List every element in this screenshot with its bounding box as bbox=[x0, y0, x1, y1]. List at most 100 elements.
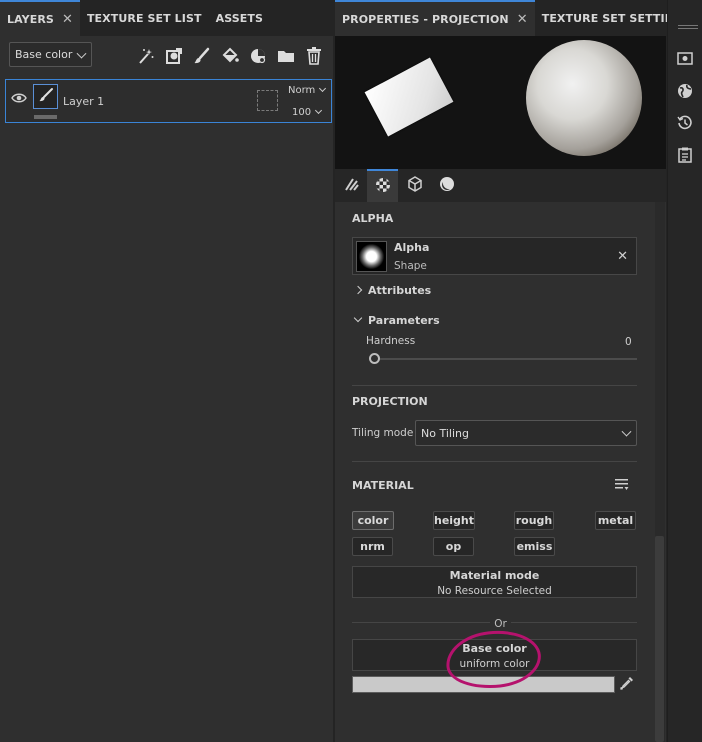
material-mode-title: Material mode bbox=[449, 569, 540, 582]
tiling-mode-value: No Tiling bbox=[421, 426, 469, 440]
opacity-select[interactable]: 100 bbox=[292, 106, 323, 118]
layers-panel: LAYERS ✕ TEXTURE SET LIST ASSETS Base co… bbox=[0, 0, 333, 742]
right-dock bbox=[667, 0, 702, 742]
layer-thumb-bar bbox=[34, 115, 57, 119]
channel-emiss-label: emiss bbox=[516, 540, 553, 553]
channel-toggle-op[interactable]: op bbox=[433, 537, 474, 556]
attributes-toggle[interactable]: Attributes bbox=[353, 284, 432, 297]
tiling-mode-label: Tiling mode bbox=[352, 427, 414, 439]
channel-toggle-color[interactable]: color bbox=[352, 511, 394, 530]
paint-layer-icon[interactable] bbox=[192, 46, 212, 66]
attributes-label: Attributes bbox=[368, 284, 432, 297]
material-mode-button[interactable]: Material mode No Resource Selected bbox=[352, 566, 637, 598]
eyedropper-icon[interactable] bbox=[620, 676, 636, 692]
tab-texture-set-list[interactable]: TEXTURE SET LIST bbox=[80, 0, 209, 36]
tab-properties-projection-label: PROPERTIES - PROJECTION bbox=[342, 12, 509, 26]
chevron-right-icon bbox=[353, 285, 363, 295]
tiling-mode-select[interactable]: No Tiling bbox=[415, 420, 637, 446]
add-effect-icon[interactable] bbox=[164, 46, 184, 66]
properties-content: ALPHA Alpha Shape ✕ Attributes Parameter… bbox=[335, 202, 666, 742]
channel-select[interactable]: Base color bbox=[9, 42, 92, 67]
hardness-label: Hardness bbox=[366, 335, 416, 347]
tab-geometry[interactable] bbox=[399, 169, 430, 202]
chevron-down-icon bbox=[353, 313, 363, 323]
channel-op-label: op bbox=[445, 540, 462, 553]
hardness-slider-track[interactable] bbox=[372, 358, 637, 360]
tab-layers-label: LAYERS bbox=[7, 12, 54, 26]
hardness-slider-handle[interactable] bbox=[369, 353, 380, 364]
channel-select-value: Base color bbox=[15, 48, 73, 61]
alpha-checker-icon bbox=[375, 177, 391, 196]
channel-toggle-emiss[interactable]: emiss bbox=[514, 537, 555, 556]
trash-icon[interactable] bbox=[304, 46, 324, 66]
channel-metal-label: metal bbox=[597, 514, 634, 527]
material-mode-value: No Resource Selected bbox=[437, 585, 552, 597]
brush-stroke-icon bbox=[344, 176, 360, 195]
layer-thumbnail[interactable] bbox=[33, 84, 58, 109]
close-icon[interactable]: ✕ bbox=[617, 249, 628, 264]
opacity-value: 100 bbox=[292, 107, 312, 118]
scrollbar-thumb[interactable] bbox=[655, 536, 664, 742]
dock-grip[interactable] bbox=[678, 25, 698, 29]
channel-color-label: color bbox=[357, 514, 389, 527]
eye-icon[interactable] bbox=[11, 92, 27, 107]
channel-rough-label: rough bbox=[515, 514, 553, 527]
channel-toggle-metal[interactable]: metal bbox=[595, 511, 636, 530]
smart-material-icon[interactable] bbox=[248, 46, 268, 66]
display-settings-icon[interactable] bbox=[675, 49, 695, 69]
parameters-label: Parameters bbox=[368, 314, 440, 327]
section-divider bbox=[352, 461, 637, 462]
environment-icon[interactable] bbox=[675, 81, 695, 101]
tab-texture-set-list-label: TEXTURE SET LIST bbox=[86, 11, 202, 25]
alpha-resource[interactable]: Alpha Shape ✕ bbox=[352, 237, 637, 275]
layer-name[interactable]: Layer 1 bbox=[63, 95, 104, 108]
magic-wand-icon[interactable] bbox=[136, 46, 156, 66]
fill-layer-icon[interactable] bbox=[220, 46, 240, 66]
chevron-down-icon bbox=[76, 48, 87, 59]
projection-section-title: PROJECTION bbox=[352, 395, 428, 408]
projection-preview bbox=[335, 36, 666, 169]
log-icon[interactable] bbox=[675, 145, 695, 165]
chevron-down-icon bbox=[319, 84, 327, 93]
blend-mode-value: Norm bbox=[288, 85, 316, 96]
channel-toggle-height[interactable]: height bbox=[433, 511, 475, 530]
or-label: Or bbox=[490, 618, 511, 630]
channel-height-label: height bbox=[433, 514, 475, 527]
hardness-value: 0 bbox=[625, 336, 632, 348]
material-options-menu-icon[interactable] bbox=[615, 479, 629, 494]
tab-alpha[interactable] bbox=[367, 169, 398, 202]
or-separator: Or bbox=[335, 618, 666, 630]
blend-mode-select[interactable]: Norm bbox=[288, 84, 327, 96]
chevron-down-icon bbox=[621, 426, 632, 437]
tab-layers[interactable]: LAYERS ✕ bbox=[0, 0, 80, 36]
property-tab-strip bbox=[335, 169, 666, 202]
close-icon[interactable]: ✕ bbox=[517, 12, 528, 27]
channel-nrm-label: nrm bbox=[360, 540, 385, 553]
brush-icon bbox=[38, 87, 54, 106]
channel-toggle-rough[interactable]: rough bbox=[514, 511, 554, 530]
plane-preview bbox=[364, 57, 454, 137]
material-section-title: MATERIAL bbox=[352, 479, 414, 492]
layer-row[interactable]: Layer 1 Norm 100 bbox=[5, 79, 332, 123]
alpha-name: Alpha bbox=[394, 241, 430, 254]
folder-icon[interactable] bbox=[276, 46, 296, 66]
tab-material[interactable] bbox=[431, 169, 462, 202]
parameters-toggle[interactable]: Parameters bbox=[353, 313, 440, 327]
tab-assets[interactable]: ASSETS bbox=[209, 0, 270, 36]
cube-icon bbox=[407, 176, 423, 195]
close-icon[interactable]: ✕ bbox=[62, 12, 73, 27]
history-icon[interactable] bbox=[675, 113, 695, 133]
section-divider bbox=[352, 385, 637, 386]
alpha-section-title: ALPHA bbox=[352, 212, 394, 225]
material-sphere-icon bbox=[439, 176, 455, 195]
layer-mask-slot[interactable] bbox=[257, 90, 278, 111]
layers-toolbar: Base color bbox=[0, 36, 333, 76]
tab-properties-projection[interactable]: PROPERTIES - PROJECTION ✕ bbox=[335, 0, 535, 36]
alpha-subtitle: Shape bbox=[394, 260, 427, 272]
layers-tabbar: LAYERS ✕ TEXTURE SET LIST ASSETS bbox=[0, 0, 333, 36]
tab-brush-stroke[interactable] bbox=[336, 169, 367, 202]
properties-tabbar: PROPERTIES - PROJECTION ✕ TEXTURE SET SE… bbox=[335, 0, 691, 36]
properties-panel: PROPERTIES - PROJECTION ✕ TEXTURE SET SE… bbox=[335, 0, 691, 742]
channel-toggle-nrm[interactable]: nrm bbox=[352, 537, 393, 556]
chevron-down-icon bbox=[315, 106, 323, 115]
